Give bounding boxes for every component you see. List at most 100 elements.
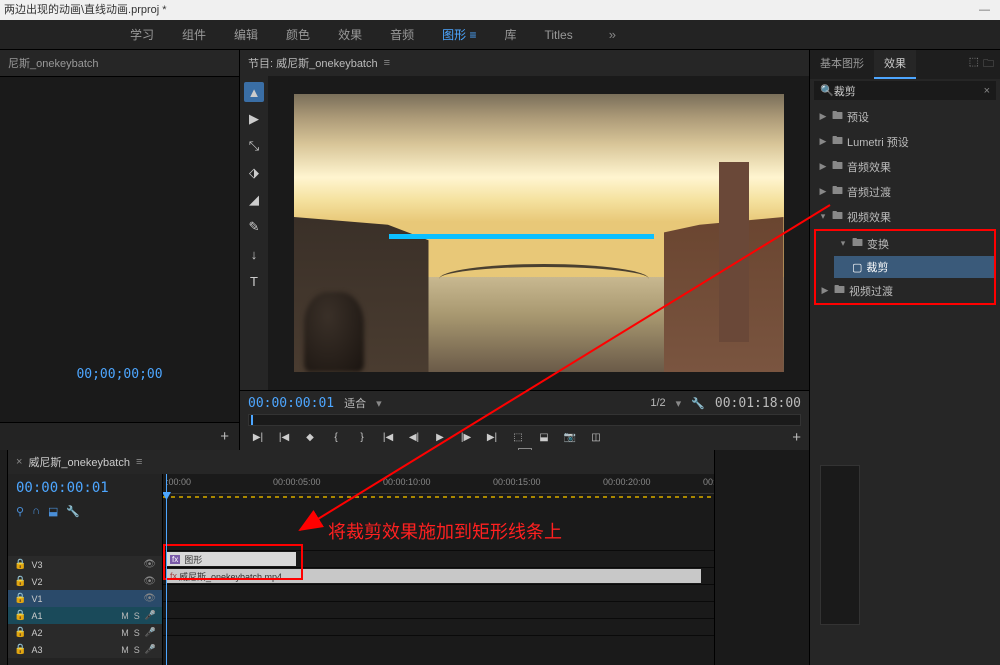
compare-icon[interactable]: ◫ bbox=[586, 430, 606, 446]
minimize-icon[interactable]: — bbox=[979, 0, 990, 20]
snap-icon[interactable]: ⚲ bbox=[16, 505, 24, 518]
playhead[interactable] bbox=[166, 474, 167, 665]
viewport bbox=[294, 94, 784, 372]
export-frame-icon[interactable]: 📷 bbox=[560, 430, 580, 446]
extract-icon[interactable]: ⬓ bbox=[534, 430, 554, 446]
source-timecode[interactable]: 00;00;00;00 bbox=[76, 367, 162, 382]
spacer-panel bbox=[715, 450, 810, 665]
panel-menu-icon[interactable]: ≡ bbox=[384, 57, 390, 69]
bracket-in-icon[interactable]: { bbox=[326, 430, 346, 446]
sequence-name[interactable]: 威尼斯_onekeybatch bbox=[28, 454, 130, 470]
track-v2[interactable]: 🔒V2👁 bbox=[8, 573, 162, 590]
effects-panel: 基本图形 效果 ⬚🗀 🔍 × ▶🖿预设 ▶🖿Lumetri 预设 ▶🖿音频效果 … bbox=[810, 50, 1000, 450]
graphics-toolbar: ▲ ▶ ⤡ ⬗ ◢ ✎ ↓ T bbox=[240, 76, 268, 390]
timeline-timecode[interactable]: 00:00:00:01 bbox=[8, 474, 162, 502]
vertical-type-tool[interactable]: ⤡ bbox=[244, 136, 264, 156]
track-headers: 00:00:00:01 ⚲ ∩ ⬓ 🔧 🔒V3👁 🔒V2👁 🔒V1👁 🔒A1MS… bbox=[8, 474, 163, 665]
ws-graphics[interactable]: 图形 ≡ bbox=[442, 26, 476, 43]
settings-tool-icon[interactable]: 🔧 bbox=[66, 505, 80, 518]
effects-search[interactable]: 🔍 × bbox=[814, 81, 996, 100]
ws-color[interactable]: 颜色 bbox=[286, 26, 310, 43]
fx-audio-trans[interactable]: ▶🖿音频过渡 bbox=[814, 179, 996, 204]
align-tool[interactable]: ↓ bbox=[244, 244, 264, 264]
tab-effects[interactable]: 效果 bbox=[874, 50, 916, 79]
shape-line[interactable] bbox=[389, 234, 654, 239]
program-monitor[interactable] bbox=[268, 76, 809, 390]
pen-tool[interactable]: ⬗ bbox=[244, 163, 264, 183]
search-icon: 🔍 bbox=[820, 84, 834, 97]
ws-audio[interactable]: 音频 bbox=[390, 26, 414, 43]
button-editor-icon[interactable]: + bbox=[792, 429, 801, 446]
step-back-icon[interactable]: ◀| bbox=[404, 430, 424, 446]
ellipse-tool[interactable]: ✎ bbox=[244, 217, 264, 237]
project-panel bbox=[0, 450, 8, 665]
type-tool[interactable]: T bbox=[244, 271, 264, 291]
marker-tool-icon[interactable]: ⬓ bbox=[48, 505, 58, 518]
rectangle-tool[interactable]: ◢ bbox=[244, 190, 264, 210]
link-icon[interactable]: ∩ bbox=[32, 505, 40, 518]
settings-icon[interactable]: 🔧 bbox=[691, 397, 705, 410]
bracket-out-icon[interactable]: } bbox=[352, 430, 372, 446]
direct-select-tool[interactable]: ▶ bbox=[244, 109, 264, 129]
track-a3[interactable]: 🔒A3MS🎤 bbox=[8, 641, 162, 658]
source-tab[interactable]: 尼斯_onekeybatch bbox=[0, 50, 239, 77]
fx-audio-effects[interactable]: ▶🖿音频效果 bbox=[814, 154, 996, 179]
go-out-icon[interactable]: ▶| bbox=[482, 430, 502, 446]
timeline-panel: × 威尼斯_onekeybatch ≡ 00:00:00:01 ⚲ ∩ ⬓ 🔧 … bbox=[8, 450, 715, 665]
source-toolbar: + bbox=[0, 422, 239, 450]
fx-lumetri[interactable]: ▶🖿Lumetri 预设 bbox=[814, 129, 996, 154]
timeline-ruler[interactable]: :00:00 00:00:05:00 00:00:10:00 00:00:15:… bbox=[163, 474, 714, 494]
window-buttons: — bbox=[979, 0, 1000, 20]
tab-essential-graphics[interactable]: 基本图形 bbox=[810, 50, 874, 79]
program-panel: 节目: 威尼斯_onekeybatch ≡ ▲ ▶ ⤡ ⬗ ◢ ✎ ↓ T bbox=[240, 50, 810, 450]
workspace-bar: 学习 组件 编辑 颜色 效果 音频 图形 ≡ 库 Titles » bbox=[0, 20, 1000, 50]
selection-tool[interactable]: ▲ bbox=[244, 82, 264, 102]
ws-edit[interactable]: 编辑 bbox=[234, 26, 258, 43]
go-in-icon[interactable]: |◀ bbox=[378, 430, 398, 446]
audio-meter bbox=[820, 465, 860, 625]
marker-icon[interactable]: ◆ bbox=[300, 430, 320, 446]
fx-video-effects[interactable]: ▾🖿视频效果 bbox=[814, 204, 996, 229]
new-bin-icon[interactable]: 🗀 bbox=[983, 55, 994, 74]
timeline-tracks[interactable]: :00:00 00:00:05:00 00:00:10:00 00:00:15:… bbox=[163, 474, 714, 665]
ws-learn[interactable]: 学习 bbox=[130, 26, 154, 43]
step-fwd-icon[interactable]: |▶ bbox=[456, 430, 476, 446]
audio-meter-panel bbox=[810, 450, 1000, 665]
program-controls: 00:00:00:01 适合 ▾ 1/2 ▾ 🔧 00:01:18:00 ▶| … bbox=[240, 390, 809, 450]
annotation-highlight-box: ▾🖿变换 ▢裁剪 ▶🖿视频过渡 bbox=[814, 229, 996, 305]
annotation-text: 将裁剪效果施加到矩形线条上 bbox=[328, 518, 562, 544]
program-header: 节目: 威尼斯_onekeybatch ≡ bbox=[240, 50, 809, 76]
effects-tree: ▶🖿预设 ▶🖿Lumetri 预设 ▶🖿音频效果 ▶🖿音频过渡 ▾🖿视频效果 ▾… bbox=[810, 102, 1000, 307]
source-panel: 尼斯_onekeybatch 00;00;00;00 + bbox=[0, 50, 240, 450]
program-timecode[interactable]: 00:00:00:01 bbox=[248, 396, 334, 411]
ws-titles[interactable]: Titles bbox=[544, 28, 572, 42]
ws-assembly[interactable]: 组件 bbox=[182, 26, 206, 43]
preset-icon[interactable]: ⬚ bbox=[969, 55, 979, 74]
ws-overflow-icon[interactable]: » bbox=[609, 27, 616, 42]
fx-video-trans[interactable]: ▶🖿视频过渡 bbox=[816, 278, 994, 303]
fx-crop-effect[interactable]: ▢裁剪 bbox=[834, 256, 994, 278]
source-monitor: 00;00;00;00 bbox=[0, 77, 239, 422]
program-title: 节目: 威尼斯_onekeybatch bbox=[248, 55, 378, 71]
clear-search-icon[interactable]: × bbox=[984, 85, 990, 97]
titlebar: 两边出现的动画\直线动画.prproj * — bbox=[0, 0, 1000, 20]
search-input[interactable] bbox=[834, 85, 980, 97]
track-a2[interactable]: 🔒A2MS🎤 bbox=[8, 624, 162, 641]
track-v3[interactable]: 🔒V3👁 bbox=[8, 556, 162, 573]
track-v1[interactable]: 🔒V1👁 bbox=[8, 590, 162, 607]
play-icon[interactable]: ▶ bbox=[430, 430, 450, 446]
ws-effects[interactable]: 效果 bbox=[338, 26, 362, 43]
lift-icon[interactable]: ⬚ bbox=[508, 430, 528, 446]
program-scrubber[interactable] bbox=[248, 414, 801, 426]
file-path: 两边出现的动画\直线动画.prproj * bbox=[4, 0, 167, 20]
mark-out-icon[interactable]: |◀ bbox=[274, 430, 294, 446]
resolution-select[interactable]: 1/2 bbox=[650, 397, 665, 409]
track-a1[interactable]: 🔒A1MS🎤 bbox=[8, 607, 162, 624]
duration-timecode: 00:01:18:00 bbox=[715, 396, 801, 411]
fx-presets[interactable]: ▶🖿预设 bbox=[814, 104, 996, 129]
fx-transform-folder[interactable]: ▾🖿变换 bbox=[834, 231, 994, 256]
ws-library[interactable]: 库 bbox=[504, 26, 516, 43]
add-icon[interactable]: + bbox=[220, 428, 229, 445]
mark-in-icon[interactable]: ▶| bbox=[248, 430, 268, 446]
zoom-fit-select[interactable]: 适合 bbox=[344, 395, 366, 411]
